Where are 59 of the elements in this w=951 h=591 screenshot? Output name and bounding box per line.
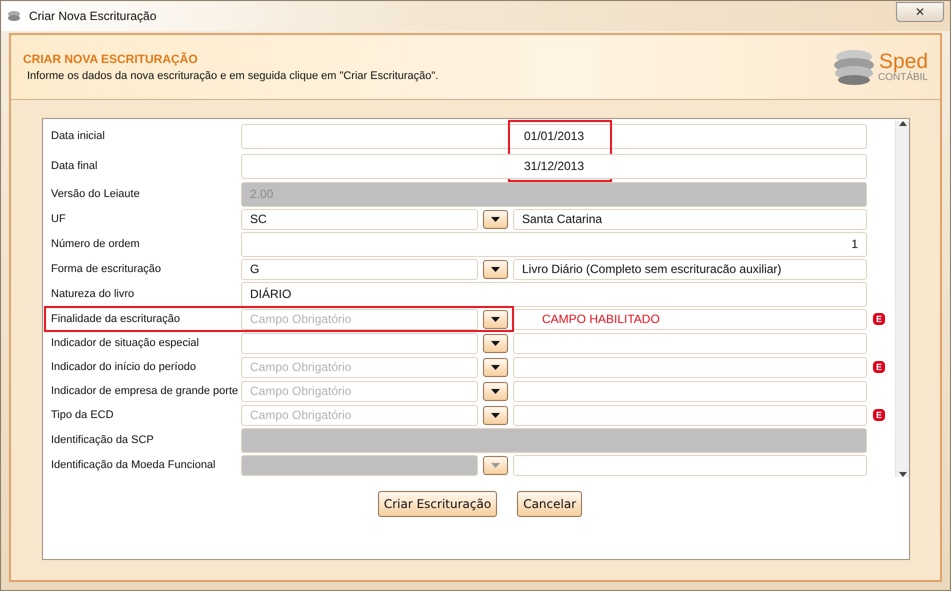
code-field[interactable]: SC [241,208,478,230]
scroll-up-icon[interactable] [898,121,906,126]
field-label: Número de ordem [51,238,141,250]
caret-icon [491,216,500,222]
code-field[interactable]: G [241,258,478,280]
input-field[interactable]: 1 [241,232,867,256]
caret-icon [491,266,500,272]
code-field[interactable] [241,332,478,354]
caret-icon [491,462,500,468]
dropdown-button[interactable] [483,406,508,424]
caret-icon [491,412,500,418]
field-label: Indicador do início do período [51,361,197,373]
scroll-down-icon[interactable] [898,472,906,477]
field-label: Natureza do livro [51,288,136,300]
close-button[interactable]: ✕ [896,2,944,22]
stacked-discs-icon [832,47,876,87]
field-label: Data inicial [51,130,106,142]
dropdown-button[interactable] [483,358,508,376]
field-label: Finalidade da escrituração [51,313,182,325]
dropdown-button[interactable] [483,260,508,278]
field-label: Tipo da ECD [51,409,115,421]
dropdown-button[interactable] [483,382,508,400]
field-label: UF [51,213,67,225]
app-icon [7,10,21,22]
description-field[interactable] [513,404,867,426]
caret-icon [491,340,500,346]
field-label: Indicador de empresa de grande porte [51,385,240,397]
input-field[interactable]: 01/01/2013 [241,124,867,148]
description-field[interactable] [513,356,867,378]
description-field[interactable]: CAMPO HABILITADO [513,308,867,330]
field-label: Indicador de situação especial [51,337,200,349]
error-badge: E [873,361,885,373]
caret-icon [491,364,500,370]
field-label: Versão do Leiaute [51,188,141,200]
dialog-button[interactable]: Criar Escrituração [378,491,498,517]
input-field[interactable]: 31/12/2013 [241,154,867,178]
field-label: Forma de escrituração [51,263,162,275]
caret-icon [491,316,500,322]
error-badge: E [873,409,885,421]
logo-subtitle: CONTÁBIL [878,72,928,83]
field-label: Data final [51,160,98,172]
description-field[interactable]: Santa Catarina [513,208,867,230]
dropdown-button[interactable] [483,310,508,328]
header-subtitle: Informe os dados da nova escrituração e em seguida clique em "Criar Escrituração". [26,70,440,82]
window-title: Criar Nova Escrituração [29,9,158,23]
error-badge: E [873,313,885,325]
input-field[interactable]: DIÁRIO [241,282,867,306]
caret-icon [491,388,500,394]
field-label: Identificação da SCP [51,434,155,446]
dropdown-button[interactable] [483,210,508,228]
logo-name: Sped [878,51,928,72]
dialog-button[interactable]: Cancelar [517,491,582,517]
scrollbar[interactable] [895,121,909,477]
description-field[interactable] [513,380,867,402]
dropdown-button[interactable] [483,334,508,352]
description-field[interactable]: Livro Diário (Completo sem escrituracão auxiliar) [513,258,867,280]
field-label: Identificação da Moeda Funcional [51,459,216,471]
header-title: CRIAR NOVA ESCRITURAÇÃO [23,52,199,66]
description-field[interactable] [513,332,867,354]
